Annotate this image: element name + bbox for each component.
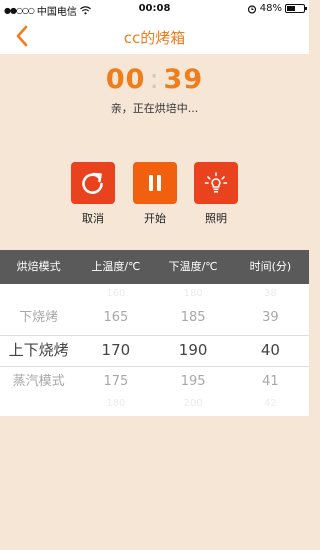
cancel-button[interactable]: 取消: [70, 162, 116, 226]
picker-cell-mode[interactable]: [0, 288, 77, 300]
light-button-tile[interactable]: [194, 162, 238, 204]
alarm-icon: [247, 4, 256, 14]
picker-cell-time[interactable]: 40: [232, 336, 309, 364]
page-title: cc的烤箱: [123, 29, 186, 47]
picker-cell-top-temp[interactable]: 180: [77, 398, 154, 410]
picker-cell-mode[interactable]: 上下烧烤: [0, 336, 77, 364]
cancel-button-tile[interactable]: [71, 162, 115, 204]
settings-table-header: 烘焙模式 上温度/℃ 下温度/℃ 时间(分): [0, 250, 309, 284]
picker-selection-bottom-line: [0, 366, 309, 367]
pause-icon: [149, 175, 161, 191]
status-bar: ●●○○○ 中国电信 00:08 48%: [0, 0, 309, 18]
picker-cell-mode[interactable]: 下烧烤: [0, 306, 77, 330]
light-bulb-icon: [204, 172, 228, 193]
picker-cell-bottom-temp[interactable]: 200: [155, 398, 232, 410]
settings-picker[interactable]: 160 180 38 下烧烤 165 185 39 上下烧烤 170 190 4…: [0, 284, 309, 416]
light-button[interactable]: 照明: [193, 162, 239, 226]
picker-cell-top-temp[interactable]: 165: [77, 306, 154, 330]
picker-cell-time[interactable]: 42: [232, 398, 309, 410]
header-top-temperature: 上温度/℃: [91, 260, 141, 273]
header-time: 时间(分): [249, 260, 292, 273]
picker-row-selected[interactable]: 上下烧烤 170 190 40: [0, 336, 309, 364]
picker-cell-time[interactable]: 38: [232, 288, 309, 300]
timer-separator: :: [149, 64, 160, 95]
picker-row[interactable]: 蒸汽模式 175 195 41: [0, 370, 309, 394]
nav-bar: cc的烤箱: [0, 18, 309, 54]
baking-status-text: 亲，正在烘培中...: [110, 102, 199, 115]
start-button-label: 开始: [144, 212, 166, 225]
header-bottom-temperature: 下温度/℃: [168, 260, 218, 273]
picker-cell-bottom-temp[interactable]: 180: [155, 288, 232, 300]
picker-cell-mode[interactable]: 蒸汽模式: [0, 370, 77, 394]
picker-row[interactable]: 180 200 42: [0, 398, 309, 410]
picker-cell-mode[interactable]: [0, 398, 77, 410]
picker-row[interactable]: 下烧烤 165 185 39: [0, 306, 309, 330]
battery-percent: 48%: [259, 3, 282, 14]
picker-cell-top-temp[interactable]: 175: [77, 370, 154, 394]
refresh-icon: [82, 172, 103, 194]
picker-cell-top-temp[interactable]: 160: [77, 288, 154, 300]
picker-cell-bottom-temp[interactable]: 185: [155, 306, 232, 330]
picker-row[interactable]: 160 180 38: [0, 288, 309, 300]
picker-cell-bottom-temp[interactable]: 190: [155, 336, 232, 364]
start-button[interactable]: 开始: [132, 162, 178, 226]
battery-icon: [285, 4, 307, 13]
picker-cell-top-temp[interactable]: 170: [77, 336, 154, 364]
picker-cell-bottom-temp[interactable]: 195: [155, 370, 232, 394]
cancel-button-label: 取消: [82, 212, 104, 225]
status-right: 48%: [247, 3, 307, 14]
timer-minutes: 00: [105, 64, 146, 95]
battery-fill: [287, 6, 295, 11]
countdown-timer: 00:39: [0, 64, 309, 95]
header-baking-mode: 烘焙模式: [16, 260, 61, 273]
picker-cell-time[interactable]: 41: [232, 370, 309, 394]
picker-cell-time[interactable]: 39: [232, 306, 309, 330]
start-button-tile[interactable]: [133, 162, 177, 204]
timer-seconds: 39: [163, 64, 204, 95]
light-button-label: 照明: [205, 212, 227, 225]
